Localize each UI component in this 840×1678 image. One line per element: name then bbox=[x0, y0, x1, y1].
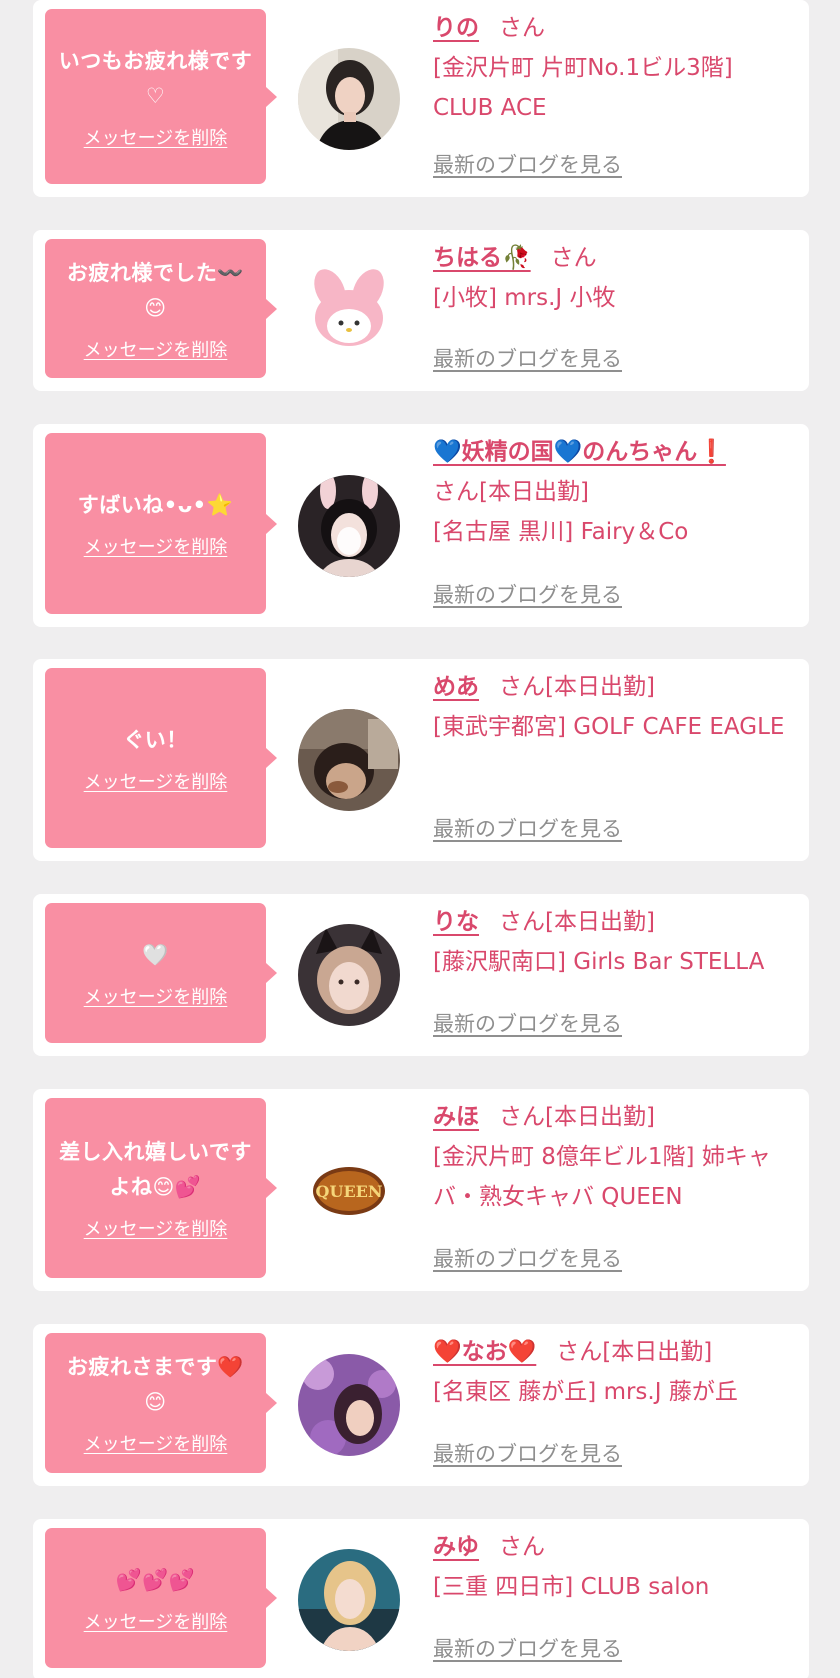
message-card: いつもお疲れ様です♡ メッセージを削除 りの さん [金沢片町 片町No.1ビル3… bbox=[33, 0, 809, 197]
girl-name-link[interactable]: りの bbox=[433, 15, 479, 41]
message-bubble: すばいね•ᴗ•⭐ メッセージを削除 bbox=[45, 433, 277, 614]
blog-link[interactable]: 最新のブログを見る bbox=[433, 149, 622, 179]
girl-info: ❤️なお❤️ さん[本日出勤] [名東区 藤が丘] mrs.J 藤が丘 bbox=[433, 1332, 795, 1412]
delete-message-link[interactable]: メッセージを削除 bbox=[84, 1430, 228, 1456]
message-text: 💕💕💕 bbox=[115, 1567, 196, 1592]
name-suffix: さん[本日出勤] bbox=[433, 479, 589, 505]
shop-info: [藤沢駅南口] Girls Bar STELLA bbox=[433, 949, 765, 975]
delete-message-link[interactable]: メッセージを削除 bbox=[84, 1215, 228, 1241]
avatar[interactable]: QUEEN bbox=[298, 1139, 400, 1241]
message-card: 差し入れ嬉しいですよね😊💕 メッセージを削除 QUEEN みほ さん[本日出勤] … bbox=[33, 1089, 809, 1291]
message-list: いつもお疲れ様です♡ メッセージを削除 りの さん [金沢片町 片町No.1ビル3… bbox=[0, 0, 840, 1678]
message-text: いつもお疲れ様です♡ bbox=[58, 48, 253, 108]
girl-name-link[interactable]: めあ bbox=[433, 674, 479, 700]
message-card: すばいね•ᴗ•⭐ メッセージを削除 💙妖精の国💙のんちゃん❗️ さん[本日出勤]… bbox=[33, 424, 809, 627]
shop-info: [名東区 藤が丘] mrs.J 藤が丘 bbox=[433, 1379, 738, 1405]
message-bubble: お疲れ様でした〰️ 😊 メッセージを削除 bbox=[45, 239, 277, 378]
girl-info: りの さん [金沢片町 片町No.1ビル3階] CLUB ACE bbox=[433, 8, 795, 128]
girl-name-link[interactable]: みゆ bbox=[433, 1534, 479, 1560]
girl-info: りな さん[本日出勤] [藤沢駅南口] Girls Bar STELLA bbox=[433, 902, 795, 982]
message-card: ぐい！ メッセージを削除 めあ さん[本日出勤] [東武宇都宮] GOLF CAF… bbox=[33, 659, 809, 861]
shop-info: [金沢片町 8億年ビル1階] 姉キャバ・熟女キャバ QUEEN bbox=[433, 1144, 771, 1210]
blog-link[interactable]: 最新のブログを見る bbox=[433, 343, 622, 373]
delete-message-link[interactable]: メッセージを削除 bbox=[84, 124, 228, 150]
shop-info: [東武宇都宮] GOLF CAFE EAGLE bbox=[433, 714, 785, 740]
girl-info: 💙妖精の国💙のんちゃん❗️ さん[本日出勤] [名古屋 黒川] Fairy＆Co bbox=[433, 432, 795, 552]
delete-message-link[interactable]: メッセージを削除 bbox=[84, 1608, 228, 1634]
message-card: 🤍 メッセージを削除 りな さん[本日出勤] [藤沢駅南口] Girls Bar … bbox=[33, 894, 809, 1056]
avatar[interactable] bbox=[298, 47, 400, 150]
girl-info: ちはる🥀 さん [小牧] mrs.J 小牧 bbox=[433, 238, 795, 318]
delete-message-link[interactable]: メッセージを削除 bbox=[84, 983, 228, 1009]
girl-info: みほ さん[本日出勤] [金沢片町 8億年ビル1階] 姉キャバ・熟女キャバ QUE… bbox=[433, 1097, 795, 1217]
shop-info: [金沢片町 片町No.1ビル3階] CLUB ACE bbox=[433, 55, 733, 121]
message-text: すばいね•ᴗ•⭐ bbox=[77, 493, 234, 517]
message-card: お疲れ様でした〰️ 😊 メッセージを削除 ちはる🥀 さん [小牧] mrs.J 小… bbox=[33, 230, 809, 391]
name-suffix: さん[本日出勤] bbox=[499, 674, 655, 700]
avatar[interactable] bbox=[298, 259, 400, 362]
message-bubble: ぐい！ メッセージを削除 bbox=[45, 668, 277, 848]
girl-name-link[interactable]: りな bbox=[433, 909, 479, 935]
shop-info: [小牧] mrs.J 小牧 bbox=[433, 285, 616, 311]
shop-info: [三重 四日市] CLUB salon bbox=[433, 1574, 710, 1600]
blog-link[interactable]: 最新のブログを見る bbox=[433, 1438, 622, 1468]
name-suffix: さん[本日出勤] bbox=[499, 909, 655, 935]
name-suffix: さん bbox=[499, 1534, 545, 1560]
delete-message-link[interactable]: メッセージを削除 bbox=[84, 533, 228, 559]
blog-link[interactable]: 最新のブログを見る bbox=[433, 1008, 622, 1038]
shop-info: [名古屋 黒川] Fairy＆Co bbox=[433, 519, 689, 545]
svg-text:QUEEN: QUEEN bbox=[316, 1182, 383, 1201]
avatar[interactable] bbox=[298, 1354, 400, 1456]
name-suffix: さん[本日出勤] bbox=[556, 1339, 713, 1365]
avatar[interactable] bbox=[298, 924, 400, 1026]
message-bubble: お疲れさまです❤️ 😊 メッセージを削除 bbox=[45, 1333, 277, 1473]
message-bubble: いつもお疲れ様です♡ メッセージを削除 bbox=[45, 9, 277, 184]
avatar[interactable] bbox=[298, 709, 400, 811]
name-suffix: さん bbox=[550, 245, 597, 271]
blog-link[interactable]: 最新のブログを見る bbox=[433, 579, 622, 609]
girl-info: みゆ さん [三重 四日市] CLUB salon bbox=[433, 1527, 795, 1607]
message-text: お疲れ様でした〰️ 😊 bbox=[66, 260, 245, 320]
name-suffix: さん bbox=[499, 15, 545, 41]
message-card: 💕💕💕 メッセージを削除 みゆ さん [三重 四日市] CLUB salon 最新… bbox=[33, 1519, 809, 1678]
girl-name-link[interactable]: みほ bbox=[433, 1104, 479, 1130]
girl-name-link[interactable]: 💙妖精の国💙のんちゃん❗️ bbox=[433, 439, 726, 465]
girl-info: めあ さん[本日出勤] [東武宇都宮] GOLF CAFE EAGLE bbox=[433, 667, 795, 747]
girl-name-link[interactable]: ❤️なお❤️ bbox=[433, 1339, 536, 1365]
message-text: お疲れさまです❤️ 😊 bbox=[66, 1355, 245, 1414]
avatar[interactable] bbox=[298, 1549, 400, 1651]
girl-name-link[interactable]: ちはる🥀 bbox=[433, 245, 531, 271]
message-bubble: 差し入れ嬉しいですよね😊💕 メッセージを削除 bbox=[45, 1098, 277, 1278]
delete-message-link[interactable]: メッセージを削除 bbox=[84, 336, 228, 362]
blog-link[interactable]: 最新のブログを見る bbox=[433, 1243, 622, 1273]
name-suffix: さん[本日出勤] bbox=[499, 1104, 655, 1130]
message-text: 🤍 bbox=[142, 942, 169, 967]
message-bubble: 🤍 メッセージを削除 bbox=[45, 903, 277, 1043]
message-text: ぐい！ bbox=[123, 727, 188, 752]
avatar[interactable] bbox=[298, 474, 400, 577]
delete-message-link[interactable]: メッセージを削除 bbox=[84, 768, 228, 794]
blog-link[interactable]: 最新のブログを見る bbox=[433, 813, 622, 843]
message-bubble: 💕💕💕 メッセージを削除 bbox=[45, 1528, 277, 1668]
message-text: 差し入れ嬉しいですよね😊💕 bbox=[59, 1140, 252, 1199]
message-card: お疲れさまです❤️ 😊 メッセージを削除 ❤️なお❤️ さん[本日出勤] [名東区… bbox=[33, 1324, 809, 1486]
blog-link[interactable]: 最新のブログを見る bbox=[433, 1633, 622, 1663]
